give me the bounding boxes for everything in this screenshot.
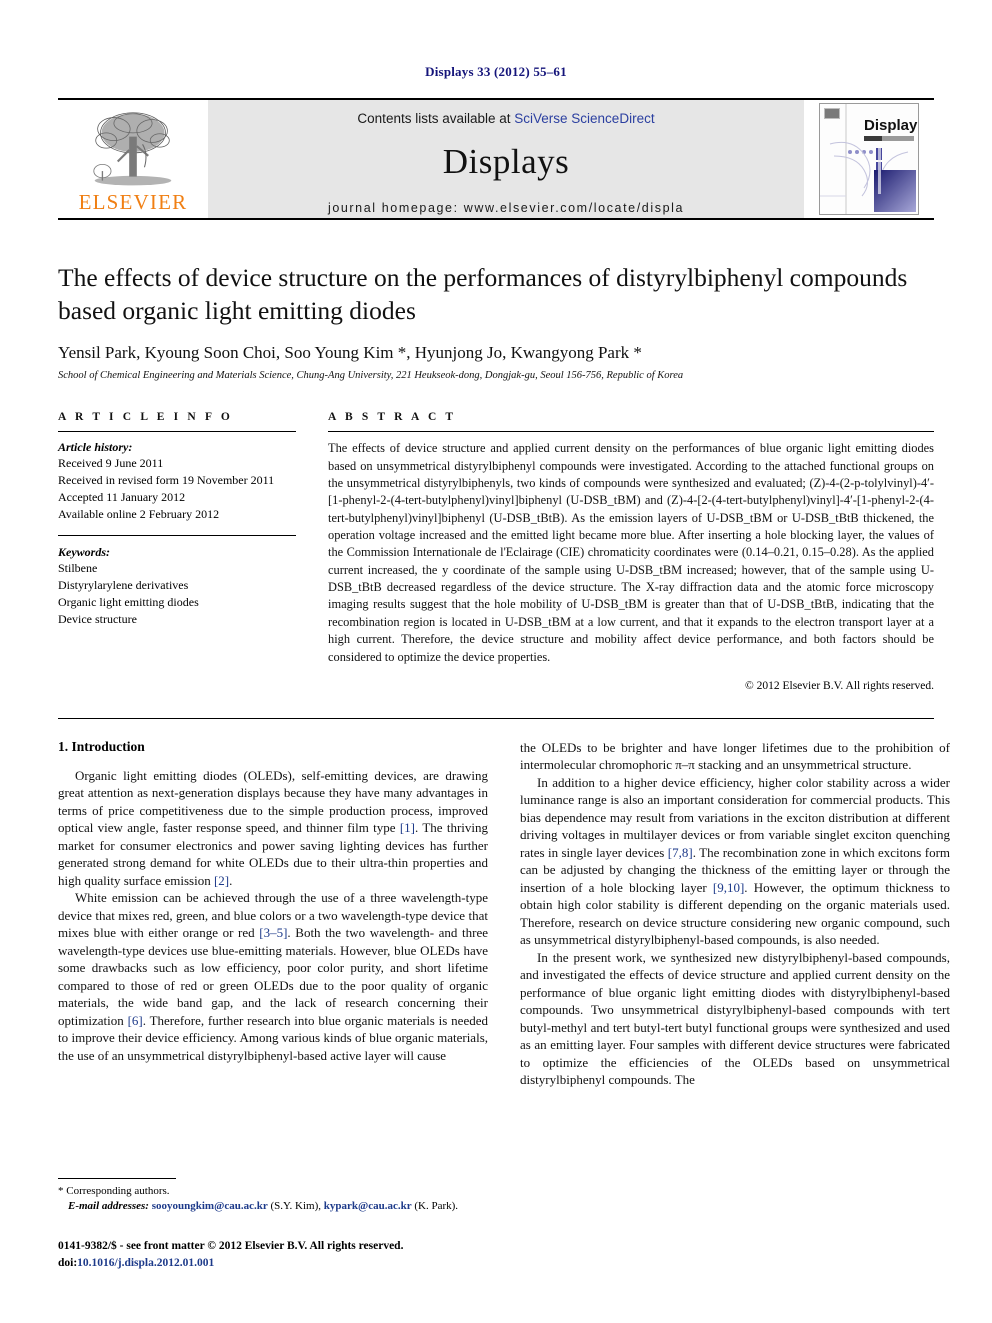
doi-label: doi: <box>58 1256 78 1269</box>
email-label: E-mail addresses: <box>68 1200 149 1213</box>
body-columns: 1. Introduction Organic light emitting d… <box>58 739 950 1089</box>
article-history-label: Article history: <box>58 440 133 455</box>
abstract-copyright: © 2012 Elsevier B.V. All rights reserved… <box>745 679 934 692</box>
footnote-divider <box>58 1178 176 1179</box>
contents-available-line: Contents lists available at SciVerse Sci… <box>357 111 654 126</box>
citation-ref[interactable]: [6] <box>128 1013 143 1028</box>
section-heading-introduction: 1. Introduction <box>58 738 145 754</box>
affiliation: School of Chemical Engineering and Mater… <box>58 370 684 382</box>
text-run: . <box>229 872 233 888</box>
front-matter-line: 0141-9382/$ - see front matter © 2012 El… <box>58 1240 404 1252</box>
divider <box>328 431 934 433</box>
doi-line: doi:10.1016/j.displa.2012.01.001 <box>58 1255 558 1272</box>
page-title: The effects of device structure on the p… <box>58 263 908 325</box>
journal-title: Displays <box>442 142 570 181</box>
elsevier-logo: ELSEVIER <box>58 100 208 218</box>
elsevier-tree-icon <box>93 111 172 185</box>
keyword-item: Distyrylarylene derivatives <box>58 578 189 593</box>
email-suffix-1: (S.Y. Kim), <box>267 1200 324 1213</box>
authors-text: Yensil Park, Kyoung Soon Choi, Soo Young… <box>58 343 642 363</box>
contents-prefix: Contents lists available at <box>357 111 515 126</box>
citation-ref[interactable]: [7,8] <box>668 845 693 860</box>
info-abstract-row: A R T I C L E I N F O Article history: R… <box>58 411 934 692</box>
keywords-label: Keywords: <box>58 545 110 560</box>
email-suffix-2: (K. Park). <box>411 1200 459 1213</box>
keyword-item: Device structure <box>58 612 137 627</box>
divider <box>58 535 296 537</box>
body-column-left: 1. Introduction Organic light emitting d… <box>58 739 488 1089</box>
history-item: Accepted 11 January 2012 <box>58 490 186 505</box>
sciencedirect-link[interactable]: SciVerse ScienceDirect <box>514 111 654 126</box>
svg-text:Displays: Displays <box>864 117 918 134</box>
doi-link[interactable]: 10.1016/j.displa.2012.01.001 <box>77 1257 214 1269</box>
article-page: Displays 33 (2012) 55–61 ELSEVIER Conten… <box>0 0 992 1323</box>
running-head: Displays 33 (2012) 55–61 <box>425 64 567 79</box>
cover-artwork-icon: Displays <box>820 104 918 214</box>
abstract-text: The effects of device structure and appl… <box>328 441 934 664</box>
article-info-column: A R T I C L E I N F O Article history: R… <box>58 411 296 692</box>
journal-homepage-line[interactable]: journal homepage: www.elsevier.com/locat… <box>328 201 684 215</box>
paragraph: Organic light emitting diodes (OLEDs), s… <box>58 767 488 889</box>
cover-thumbnail: Displays <box>819 103 919 215</box>
body-divider <box>58 717 934 719</box>
journal-cover: Displays <box>804 100 934 218</box>
paragraph: In addition to a higher device efficienc… <box>520 774 950 949</box>
paragraph: In the present work, we synthesized new … <box>520 949 950 1088</box>
keyword-item: Stilbene <box>58 561 98 576</box>
keyword-item: Organic light emitting diodes <box>58 595 199 610</box>
paragraph: White emission can be achieved through t… <box>58 889 488 1064</box>
email-link-1[interactable]: sooyoungkim@cau.ac.kr <box>152 1200 268 1212</box>
citation-ref[interactable]: [1] <box>400 820 415 835</box>
title-block: The effects of device structure on the p… <box>58 262 934 381</box>
history-item: Received 9 June 2011 <box>58 456 164 471</box>
email-addresses-note: E-mail addresses: sooyoungkim@cau.ac.kr … <box>58 1199 488 1214</box>
citation-ref[interactable]: [3–5] <box>259 925 287 940</box>
abstract-heading: A B S T R A C T <box>328 411 457 424</box>
body-column-right: the OLEDs to be brighter and have longer… <box>520 739 950 1089</box>
journal-banner: ELSEVIER Contents lists available at Sci… <box>58 98 934 220</box>
abstract-column: A B S T R A C T The effects of device st… <box>328 411 934 692</box>
paragraph: the OLEDs to be brighter and have longer… <box>520 739 950 773</box>
author-list: Yensil Park, Kyoung Soon Choi, Soo Young… <box>58 343 934 363</box>
corresponding-authors-note: * Corresponding authors. <box>58 1185 170 1197</box>
article-info-heading: A R T I C L E I N F O <box>58 411 233 424</box>
email-link-2[interactable]: kypark@cau.ac.kr <box>324 1200 412 1212</box>
citation-ref[interactable]: [2] <box>214 873 229 888</box>
history-item: Available online 2 February 2012 <box>58 507 220 522</box>
banner-center: Contents lists available at SciVerse Sci… <box>208 100 804 218</box>
bottom-matter: 0141-9382/$ - see front matter © 2012 El… <box>58 1238 558 1271</box>
divider <box>58 431 296 433</box>
elsevier-wordmark: ELSEVIER <box>78 189 188 214</box>
footnote-block: * Corresponding authors. E-mail addresse… <box>58 1178 488 1214</box>
citation-ref[interactable]: [9,10] <box>713 880 744 895</box>
history-item: Received in revised form 19 November 201… <box>58 473 275 488</box>
